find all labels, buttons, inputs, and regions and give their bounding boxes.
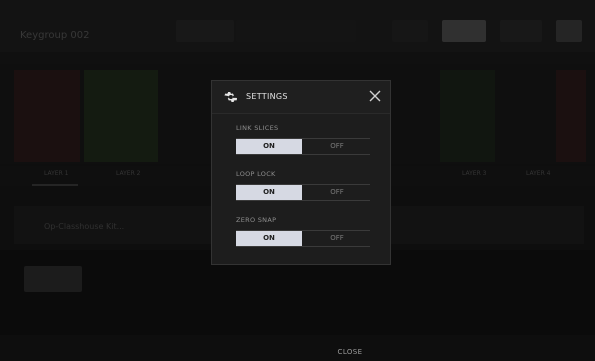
link-slices-on-button[interactable]: ON (236, 139, 302, 154)
dialog-title: SETTINGS (246, 92, 288, 101)
link-slices-toggle: ON OFF (236, 138, 370, 155)
close-button[interactable]: CLOSE (305, 345, 395, 361)
loop-lock-toggle: ON OFF (236, 184, 370, 201)
link-slices-label: LINK SLICES (236, 124, 279, 132)
gear-icon (224, 91, 237, 103)
close-button-label: CLOSE (337, 348, 363, 356)
zero-snap-label: ZERO SNAP (236, 216, 277, 224)
zero-snap-on-button[interactable]: ON (236, 231, 302, 246)
zero-snap-toggle: ON OFF (236, 230, 370, 247)
link-slices-off-button[interactable]: OFF (304, 139, 370, 154)
close-icon[interactable] (369, 90, 381, 102)
loop-lock-off-button[interactable]: OFF (304, 185, 370, 200)
dialog-header: SETTINGS (212, 81, 390, 114)
loop-lock-label: LOOP LOCK (236, 170, 276, 178)
zero-snap-off-button[interactable]: OFF (304, 231, 370, 246)
settings-dialog: SETTINGS LINK SLICES ON OFF LOOP LOCK ON… (211, 80, 391, 265)
loop-lock-on-button[interactable]: ON (236, 185, 302, 200)
